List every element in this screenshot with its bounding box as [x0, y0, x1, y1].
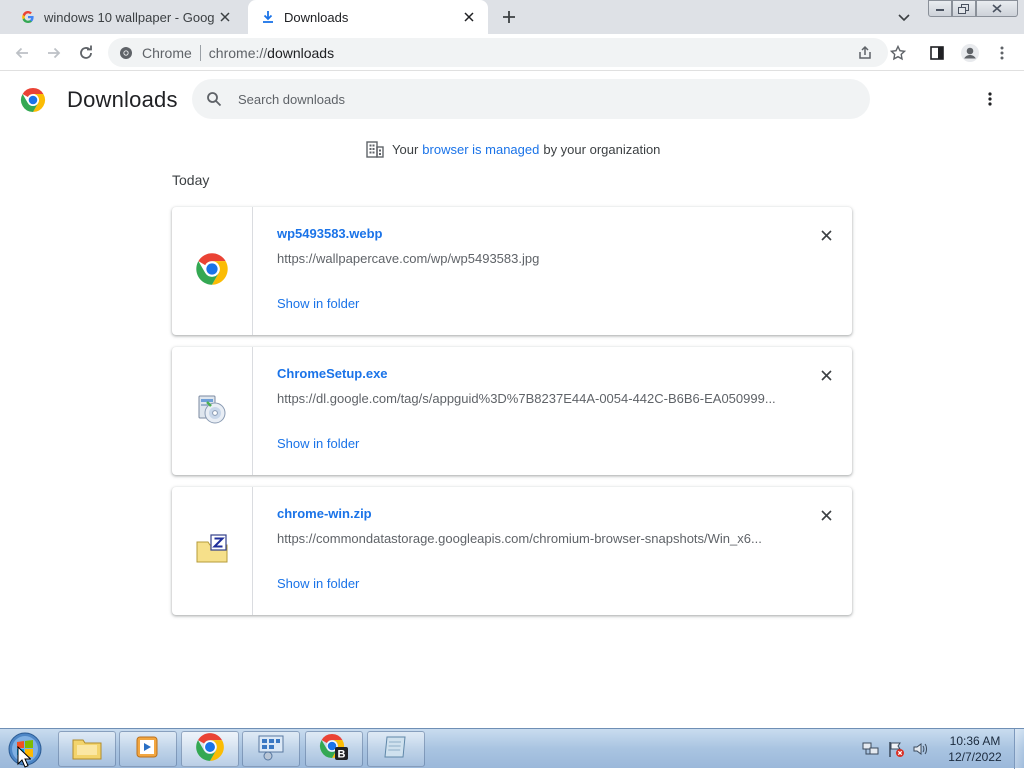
search-input[interactable]	[238, 91, 838, 107]
forward-button[interactable]	[40, 39, 68, 67]
zip-folder-icon	[195, 532, 229, 571]
url-host: downloads	[267, 44, 335, 61]
managed-suffix: by your organization	[543, 141, 661, 157]
profile-avatar-icon[interactable]	[960, 43, 980, 63]
close-icon[interactable]	[816, 505, 836, 525]
google-g-icon	[20, 9, 36, 25]
window-close-button[interactable]	[976, 0, 1018, 17]
browser-toolbar: Chrome chrome://downloads	[0, 34, 1024, 71]
close-icon[interactable]	[458, 6, 480, 28]
tab-title: Downloads	[284, 9, 349, 25]
taskbar-chrome-beta[interactable]: B	[305, 731, 363, 767]
share-icon[interactable]	[856, 44, 874, 62]
tab-title: windows 10 wallpaper - Google S	[44, 9, 214, 25]
system-clock[interactable]: 10:36 AM 12/7/2022	[940, 733, 1010, 765]
downloads-header: Downloads	[0, 71, 1024, 127]
url-scheme: chrome://	[208, 44, 268, 61]
side-panel-icon[interactable]	[928, 44, 946, 62]
show-in-folder-link[interactable]: Show in folder	[277, 576, 359, 591]
tab-strip: windows 10 wallpaper - Google S Download…	[0, 0, 1024, 34]
mouse-cursor-icon	[17, 745, 32, 768]
bookmark-star-icon[interactable]	[889, 44, 907, 62]
taskbar: B 10:36 AM 12/7/2022	[0, 728, 1024, 769]
download-file-name[interactable]: wp5493583.webp	[277, 226, 383, 241]
chrome-logo-icon	[20, 87, 46, 113]
download-icon	[260, 9, 276, 25]
media-player-icon	[134, 734, 162, 765]
omnibox-chip: Chrome	[142, 44, 192, 61]
action-center-flag-icon[interactable]	[887, 740, 905, 758]
network-icon[interactable]	[862, 740, 880, 758]
file-icon-cell	[172, 347, 253, 475]
search-icon	[204, 89, 224, 109]
notepad-icon	[381, 733, 411, 766]
taskbar-notepad[interactable]	[367, 731, 425, 767]
reload-button[interactable]	[72, 39, 100, 67]
chrome-icon	[118, 45, 134, 61]
download-file-name[interactable]: chrome-win.zip	[277, 506, 372, 521]
section-date-header: Today	[172, 172, 210, 188]
chevron-down-icon[interactable]	[894, 8, 914, 28]
menu-dots-icon[interactable]	[993, 44, 1011, 62]
show-in-folder-link[interactable]: Show in folder	[277, 436, 359, 451]
managed-notice: Your browser is managed by your organiza…	[366, 140, 660, 158]
omnibox-separator	[199, 44, 201, 61]
search-bar[interactable]	[192, 79, 870, 119]
close-icon[interactable]	[214, 6, 236, 28]
download-item: chrome-win.zip https://commondatastorage…	[172, 487, 852, 615]
tab-downloads[interactable]: Downloads	[248, 0, 488, 34]
page-title: Downloads	[67, 87, 178, 112]
volume-icon[interactable]	[912, 740, 930, 758]
download-url[interactable]: https://dl.google.com/tag/s/appguid%3D%7…	[277, 391, 777, 406]
show-in-folder-link[interactable]: Show in folder	[277, 296, 359, 311]
close-icon[interactable]	[816, 365, 836, 385]
taskbar-media-player[interactable]	[119, 731, 177, 767]
back-button[interactable]	[8, 39, 36, 67]
chrome-icon	[195, 732, 225, 767]
folder-icon	[72, 734, 102, 765]
restore-button[interactable]	[952, 0, 976, 17]
minimize-button[interactable]	[928, 0, 952, 17]
taskbar-control-panel[interactable]	[242, 731, 300, 767]
installer-icon	[195, 392, 229, 431]
taskbar-chrome[interactable]	[181, 731, 239, 767]
clock-date: 12/7/2022	[948, 750, 1002, 764]
address-bar[interactable]: Chrome chrome://downloads	[108, 38, 888, 67]
file-icon-cell	[172, 207, 253, 335]
chrome-beta-icon: B	[318, 732, 350, 767]
show-desktop-button[interactable]	[1014, 729, 1024, 769]
managed-link[interactable]: browser is managed	[422, 142, 539, 157]
taskbar-explorer[interactable]	[58, 731, 116, 767]
building-icon	[366, 140, 384, 158]
file-icon-cell	[172, 487, 253, 615]
new-tab-button[interactable]	[497, 5, 521, 29]
chrome-file-icon	[195, 252, 229, 291]
close-icon[interactable]	[816, 225, 836, 245]
svg-text:B: B	[338, 748, 346, 760]
managed-prefix: Your	[392, 141, 419, 157]
download-url[interactable]: https://wallpapercave.com/wp/wp5493583.j…	[277, 251, 777, 266]
system-tray	[862, 735, 937, 763]
control-panel-icon	[256, 733, 286, 766]
clock-time: 10:36 AM	[949, 734, 1001, 748]
tab-google-search[interactable]: windows 10 wallpaper - Google S	[8, 0, 244, 34]
download-file-name[interactable]: ChromeSetup.exe	[277, 366, 388, 381]
more-actions-icon[interactable]	[978, 87, 1002, 111]
download-item: ChromeSetup.exe https://dl.google.com/ta…	[172, 347, 852, 475]
download-url[interactable]: https://commondatastorage.googleapis.com…	[277, 531, 777, 546]
download-item: wp5493583.webp https://wallpapercave.com…	[172, 207, 852, 335]
